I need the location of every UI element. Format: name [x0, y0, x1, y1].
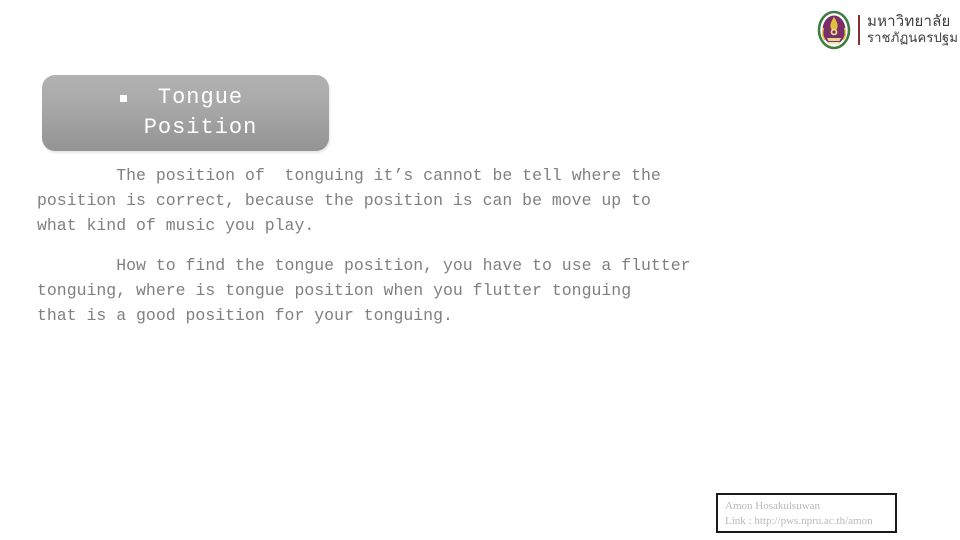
- credit-author: Amon Hosakulsuwan: [725, 500, 821, 512]
- university-logo: มหาวิทยาลัย ราชภัฏนครปฐม: [816, 9, 958, 51]
- body-paragraph: How to find the tongue position, you hav…: [37, 256, 691, 325]
- university-seal-icon: [816, 10, 852, 50]
- page-title-line2: Position: [143, 115, 258, 140]
- university-name-line1: มหาวิทยาลัย: [867, 13, 951, 31]
- credit-box: Amon Hosakulsuwan Link : http://pws.npru…: [716, 493, 897, 533]
- logo-divider: [858, 15, 860, 45]
- slide-title-plaque: Tongue Position: [42, 75, 329, 151]
- body-paragraph: The position of tonguing it’s cannot be …: [37, 166, 661, 235]
- university-name: มหาวิทยาลัย ราชภัฏนครปฐม: [867, 14, 958, 45]
- page-title-line1: Tongue: [157, 85, 244, 110]
- page-title: Tongue Position: [144, 83, 258, 143]
- slide-title-inner: Tongue Position: [114, 83, 258, 143]
- slide-canvas: มหาวิทยาลัย ราชภัฏนครปฐม Tongue Position …: [0, 0, 960, 540]
- university-name-line2: ราชภัฏนครปฐม: [867, 30, 959, 46]
- square-bullet-icon: [119, 95, 127, 102]
- body-text-block: The position of tonguing it’s cannot be …: [37, 163, 827, 328]
- credit-link[interactable]: Link : http://pws.npru.ac.th/amon: [725, 514, 895, 529]
